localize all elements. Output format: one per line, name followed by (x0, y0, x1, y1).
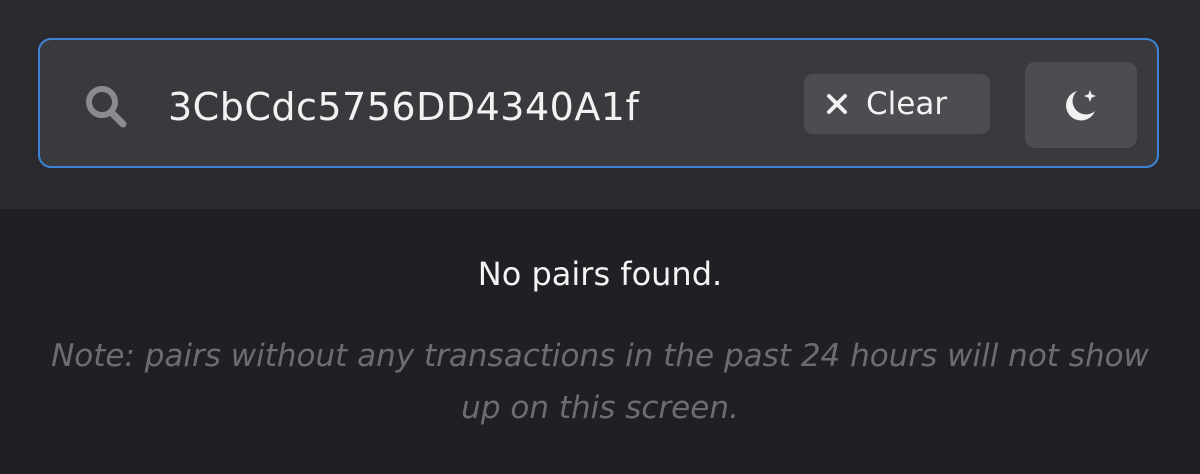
empty-state-title: No pairs found. (477, 255, 723, 293)
close-icon (827, 94, 847, 114)
clear-button[interactable]: Clear (804, 74, 990, 134)
clear-button-label: Clear (866, 86, 948, 122)
theme-toggle-button[interactable] (1025, 62, 1137, 148)
search-header: 3CbCdc5756DD4340A1f Clear (0, 0, 1200, 209)
search-input[interactable]: 3CbCdc5756DD4340A1f (168, 72, 790, 142)
search-field[interactable]: 3CbCdc5756DD4340A1f Clear (38, 38, 1159, 168)
search-icon (86, 86, 127, 128)
empty-state-note: Note: pairs without any transactions in … (51, 338, 1149, 426)
moon-icon (1066, 90, 1096, 121)
